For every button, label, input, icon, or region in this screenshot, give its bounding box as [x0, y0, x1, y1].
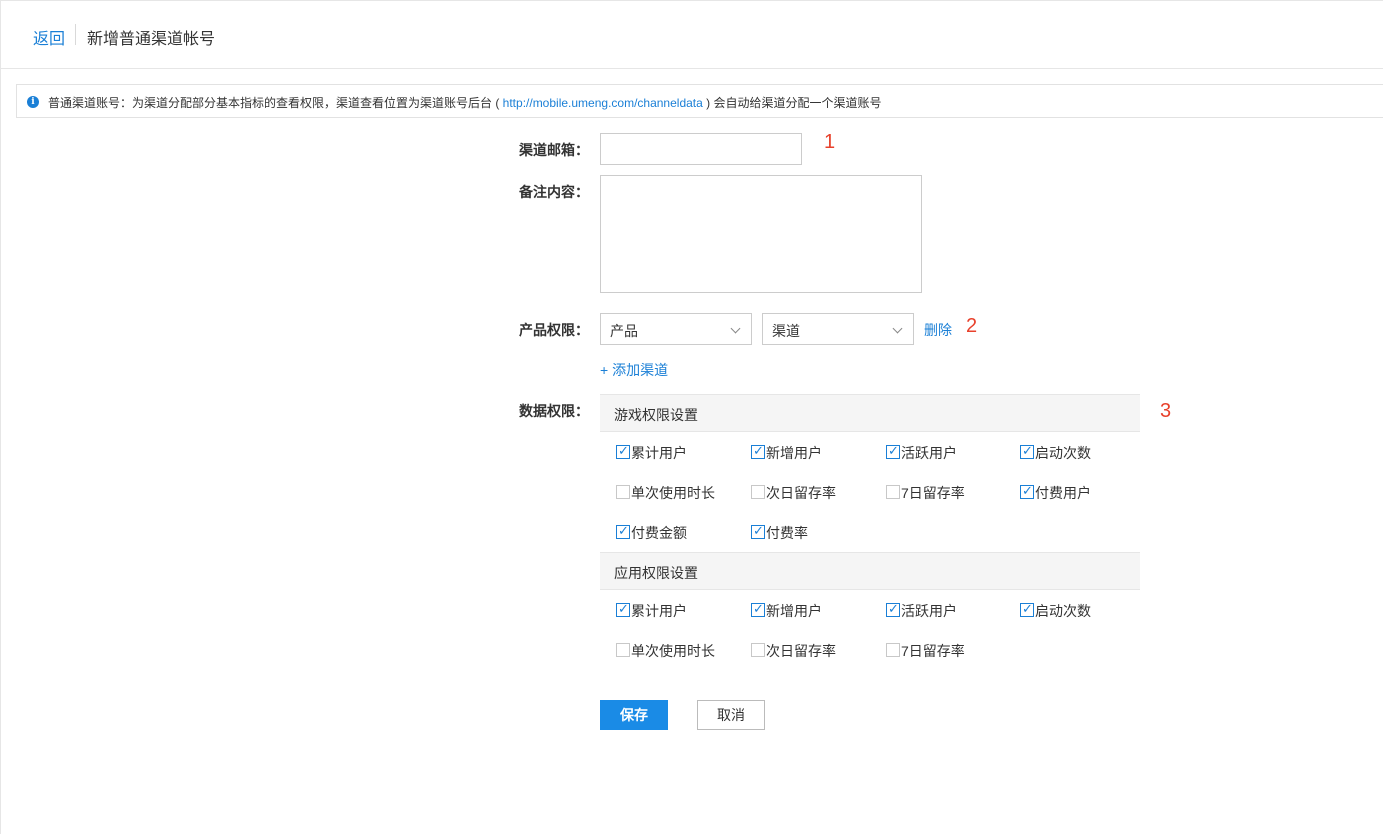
- checkbox-unchecked-icon[interactable]: [886, 643, 900, 657]
- checkbox-checked-icon[interactable]: [616, 444, 630, 459]
- app-perm-checkbox-label: 次日留存率: [766, 643, 836, 659]
- data-perm-label: 数据权限：: [519, 403, 589, 419]
- cancel-button[interactable]: 取消: [697, 700, 765, 730]
- email-label: 渠道邮箱：: [519, 142, 589, 158]
- back-link[interactable]: 返回: [33, 25, 65, 49]
- app-perm-title: 应用权限设置: [614, 565, 698, 581]
- annotation-3: 3: [1160, 400, 1172, 422]
- app-perm-checkbox-label: 累计用户: [631, 603, 687, 619]
- app-perm-checkbox-label: 单次使用时长: [631, 643, 715, 659]
- checkbox-checked-icon[interactable]: [751, 444, 765, 459]
- header-divider: [75, 24, 76, 45]
- email-input[interactable]: [600, 133, 802, 165]
- app-perm-checkbox-label: 活跃用户: [901, 603, 957, 619]
- chevron-down-icon: [730, 323, 741, 334]
- checkbox-checked-icon[interactable]: [751, 524, 765, 539]
- checkbox-unchecked-icon[interactable]: [751, 485, 765, 499]
- notes-label: 备注内容：: [519, 184, 589, 200]
- annotation-1: 1: [824, 131, 836, 153]
- delete-link[interactable]: 删除: [924, 320, 952, 340]
- channel-select-value: 渠道: [772, 323, 800, 339]
- checkbox-unchecked-icon[interactable]: [751, 643, 765, 657]
- info-text-before: 普通渠道账号：为渠道分配部分基本指标的查看权限，渠道查看位置为渠道账号后台 (: [48, 96, 503, 110]
- game-perm-checkbox-label: 7日留存率: [901, 485, 965, 501]
- page-header: 返回 新增普通渠道帐号: [0, 0, 1383, 69]
- app-perm-checkbox-label: 新增用户: [766, 603, 822, 619]
- checkbox-unchecked-icon[interactable]: [886, 485, 900, 499]
- product-select[interactable]: 产品: [600, 313, 752, 345]
- game-perm-checkbox-label: 付费率: [766, 525, 808, 541]
- checkbox-checked-icon[interactable]: [1020, 602, 1034, 617]
- app-perm-header: 应用权限设置: [600, 552, 1140, 590]
- info-text-after: ) 会自动给渠道分配一个渠道账号: [702, 96, 882, 110]
- game-perm-checkbox-label: 新增用户: [766, 445, 822, 461]
- checkbox-checked-icon[interactable]: [1020, 484, 1034, 499]
- chevron-down-icon: [892, 323, 903, 334]
- game-perm-title: 游戏权限设置: [614, 407, 698, 423]
- checkbox-checked-icon[interactable]: [1020, 444, 1034, 459]
- game-perm-header: 游戏权限设置: [600, 394, 1140, 432]
- info-bar: i 普通渠道账号：为渠道分配部分基本指标的查看权限，渠道查看位置为渠道账号后台 …: [16, 84, 1383, 118]
- game-perm-checkbox-label: 单次使用时长: [631, 485, 715, 501]
- game-perm-checkbox-label: 启动次数: [1035, 445, 1091, 461]
- page-title: 新增普通渠道帐号: [87, 31, 216, 48]
- info-text: 普通渠道账号：为渠道分配部分基本指标的查看权限，渠道查看位置为渠道账号后台 ( …: [48, 94, 881, 111]
- product-select-value: 产品: [610, 323, 638, 339]
- app-perm-checkbox-label: 启动次数: [1035, 603, 1091, 619]
- checkbox-checked-icon[interactable]: [751, 602, 765, 617]
- checkbox-checked-icon[interactable]: [616, 602, 630, 617]
- checkbox-checked-icon[interactable]: [886, 602, 900, 617]
- game-perm-checkbox-label: 次日留存率: [766, 485, 836, 501]
- checkbox-checked-icon[interactable]: [616, 524, 630, 539]
- checkbox-checked-icon[interactable]: [886, 444, 900, 459]
- product-perm-label: 产品权限：: [519, 322, 589, 338]
- channel-data-link[interactable]: http://mobile.umeng.com/channeldata: [503, 96, 703, 110]
- app-perm-checkbox-label: 7日留存率: [901, 643, 965, 659]
- game-perm-checkbox-label: 付费用户: [1035, 485, 1091, 501]
- game-perm-checkbox-label: 活跃用户: [901, 445, 957, 461]
- notes-textarea[interactable]: [600, 175, 922, 293]
- annotation-2: 2: [966, 315, 978, 337]
- game-perm-checkbox-label: 付费金额: [631, 525, 687, 541]
- checkbox-unchecked-icon[interactable]: [616, 643, 630, 657]
- info-icon: i: [27, 96, 39, 108]
- channel-select[interactable]: 渠道: [762, 313, 914, 345]
- checkbox-unchecked-icon[interactable]: [616, 485, 630, 499]
- save-button[interactable]: 保存: [600, 700, 668, 730]
- add-channel-link[interactable]: + 添加渠道: [600, 360, 668, 380]
- game-perm-checkbox-label: 累计用户: [631, 445, 687, 461]
